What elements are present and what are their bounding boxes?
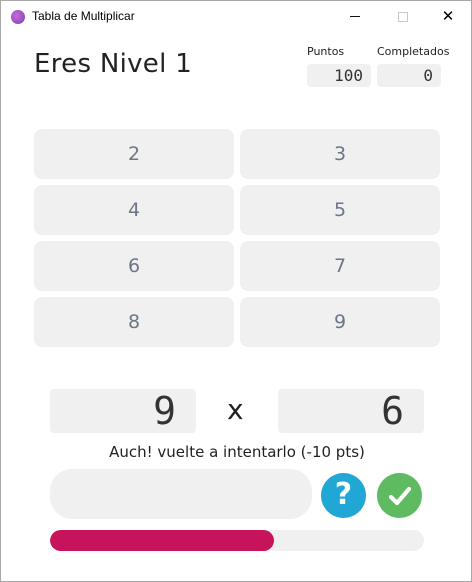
table-button-9[interactable]: 9 [240,297,440,347]
completed-display: 0 [377,64,441,87]
title-bar: Tabla de Multiplicar ✕ [1,1,471,32]
points-label: Puntos [307,45,345,58]
table-button-5[interactable]: 5 [240,185,440,235]
question-icon: ? [334,477,353,512]
maximize-button[interactable] [380,1,426,32]
window-title: Tabla de Multiplicar [32,9,135,23]
progress-fill [50,530,275,551]
table-button-6[interactable]: 6 [34,241,234,291]
feedback-message: Auch! vuelte a intentarlo (-10 pts) [109,443,365,461]
check-button[interactable] [377,473,422,518]
close-icon: ✕ [441,7,455,25]
completed-label: Completados [377,45,450,58]
minimize-icon [350,16,360,17]
points-display: 100 [307,64,371,87]
multiply-operator: x [227,393,244,426]
table-button-3[interactable]: 3 [240,129,440,179]
right-operand-display: 6 [278,389,424,433]
maximize-icon [398,11,408,22]
answer-input[interactable] [50,469,312,519]
help-button[interactable]: ? [321,473,366,518]
minimize-button[interactable] [332,1,378,32]
close-button[interactable]: ✕ [425,1,471,32]
level-title: Eres Nivel 1 [34,49,193,79]
table-button-2[interactable]: 2 [34,129,234,179]
table-button-4[interactable]: 4 [34,185,234,235]
app-icon [11,10,25,24]
check-icon [388,486,411,505]
progress-bar [50,530,424,551]
table-button-8[interactable]: 8 [34,297,234,347]
table-button-7[interactable]: 7 [240,241,440,291]
left-operand-display: 9 [50,389,196,433]
app-window: Tabla de Multiplicar ✕ Eres Nivel 1 Punt… [0,0,472,582]
